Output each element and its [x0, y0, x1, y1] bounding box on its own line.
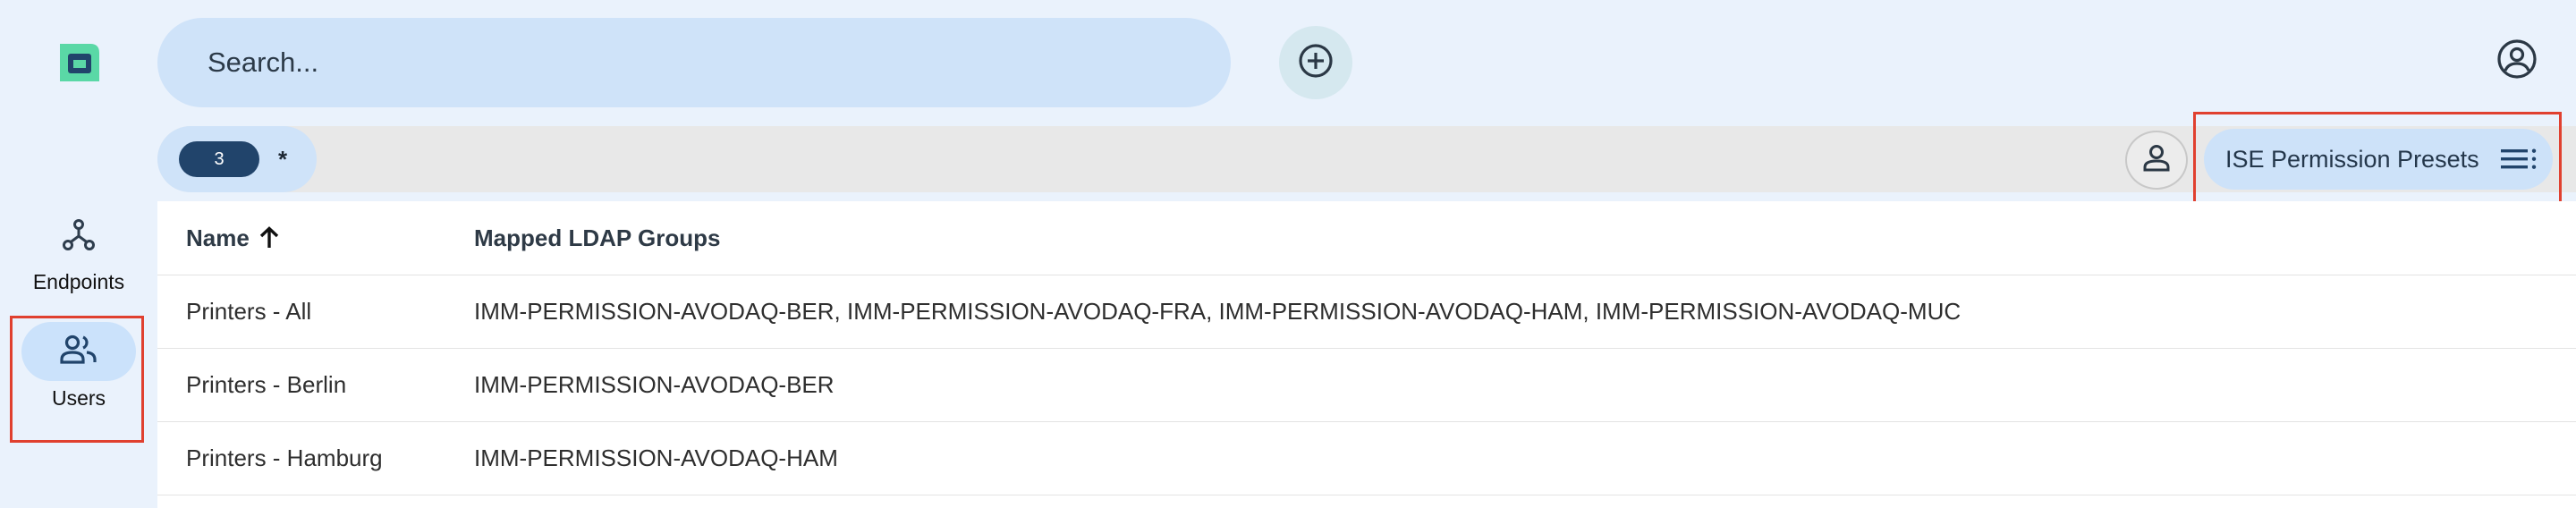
column-header-mapped-ldap-groups[interactable]: Mapped LDAP Groups	[474, 201, 720, 275]
filter-count-chip[interactable]: 3	[179, 141, 259, 177]
row-groups-cell: IMM-PERMISSION-AVODAQ-HAM	[474, 444, 838, 471]
person-icon	[2140, 142, 2173, 179]
row-groups-cell: IMM-PERMISSION-AVODAQ-BER	[474, 371, 835, 398]
table-row[interactable]: Printers - All IMM-PERMISSION-AVODAQ-BER…	[157, 275, 2576, 349]
account-button[interactable]	[2492, 36, 2542, 86]
add-button[interactable]	[1279, 26, 1352, 99]
nav-item-endpoints-icon-container	[21, 207, 136, 267]
row-name-cell: Printers - Berlin	[186, 371, 347, 398]
nav-item-endpoints[interactable]: Endpoints	[0, 207, 157, 294]
preset-highlight-box	[2193, 112, 2562, 207]
plus-circle-icon	[1297, 42, 1335, 84]
column-header-name[interactable]: Name	[186, 201, 280, 275]
user-filter-button[interactable]	[2125, 131, 2188, 190]
row-name-cell: Printers - All	[186, 298, 312, 325]
wildcard-filter-chip[interactable]: *	[272, 141, 293, 177]
nav-rail: Endpoints Users	[0, 0, 157, 508]
column-header-label: Name	[186, 224, 250, 251]
table-row[interactable]: Printers - Berlin IMM-PERMISSION-AVODAQ-…	[157, 349, 2576, 422]
users-highlight-box	[10, 316, 144, 443]
search-input[interactable]	[208, 18, 1191, 107]
row-groups-cell: IMM-PERMISSION-AVODAQ-BER, IMM-PERMISSIO…	[474, 298, 1962, 325]
search-bar	[157, 18, 1231, 107]
graph-nodes-icon	[61, 217, 97, 258]
table-header-row: Name Mapped LDAP Groups	[157, 201, 2576, 275]
nav-item-label: Endpoints	[32, 270, 125, 293]
account-circle-icon	[2496, 38, 2538, 84]
sort-ascending-icon	[258, 226, 280, 250]
app-logo-icon[interactable]	[55, 40, 103, 85]
table-row[interactable]: Printers - Hamburg IMM-PERMISSION-AVODAQ…	[157, 422, 2576, 495]
row-name-cell: Printers - Hamburg	[186, 444, 383, 471]
filter-chip-group: 3 *	[157, 126, 317, 192]
permission-presets-table: Name Mapped LDAP Groups Printers - All I…	[157, 201, 2576, 508]
